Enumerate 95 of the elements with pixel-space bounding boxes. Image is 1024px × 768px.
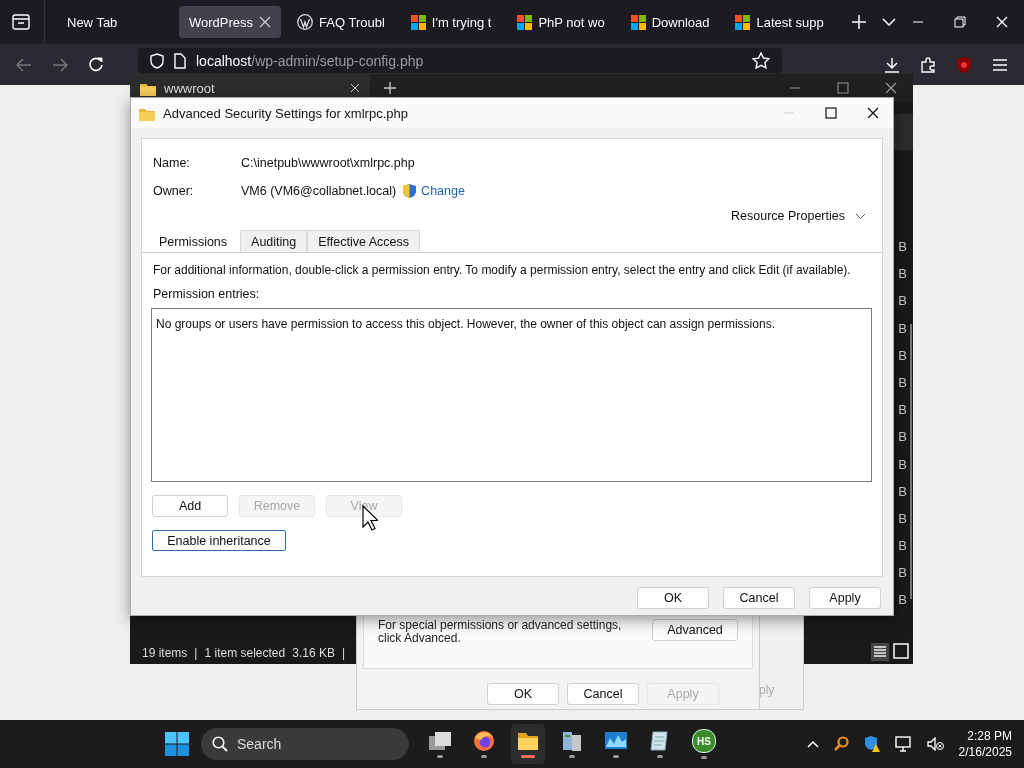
chevron-down-icon[interactable] [855, 212, 866, 220]
chevron-up-icon[interactable] [806, 740, 819, 748]
file-size-text: B [898, 293, 907, 309]
windows-start-icon[interactable] [165, 732, 189, 756]
search-icon [212, 736, 228, 752]
file-size-text: B [898, 266, 907, 282]
section-label: Permission entries: [152, 286, 261, 301]
shield-icon [402, 183, 418, 199]
file-size-text: B [898, 239, 907, 254]
browser-tab[interactable]: FAQ Troubl [287, 6, 395, 38]
clock-date[interactable]: 2/16/2025 [958, 744, 1012, 760]
browser-tab[interactable]: Download [620, 6, 720, 38]
file-size-text: B [898, 510, 907, 526]
inheritance-button[interactable]: Enable inheritance [152, 530, 286, 551]
taskbar-app[interactable] [511, 724, 545, 764]
back-icon[interactable] [16, 57, 32, 72]
search-field[interactable]: Search [201, 728, 409, 760]
file-size-text: B [898, 374, 907, 390]
status-text: 3.16 KB [292, 646, 335, 660]
dialog-button[interactable]: OK [637, 587, 709, 609]
maximize-icon[interactable] [825, 107, 837, 119]
new-tab-icon[interactable] [384, 82, 396, 94]
file-size-text: B [898, 483, 907, 499]
close-icon[interactable] [867, 107, 879, 119]
details-view-icon[interactable] [871, 643, 889, 661]
puzzle-icon[interactable] [920, 56, 936, 73]
file-size-text: B [898, 320, 907, 336]
file-size-text: B [898, 347, 907, 363]
permission-list[interactable]: No groups or users have permission to access this object. However, the owner of this object can assign permissions. [151, 308, 872, 482]
advanced-button[interactable]: Advanced [652, 619, 738, 641]
status-divider: | [194, 646, 198, 660]
empty-message: No groups or users have permission to access this object. However, the owner of this object can assign permissions. [156, 317, 775, 331]
file-size-text: B [898, 592, 907, 608]
download-icon[interactable] [884, 56, 900, 73]
stacked-windows-icon [429, 730, 451, 752]
file-size-text: B [898, 538, 907, 554]
clock-time[interactable]: 2:28 PM [967, 728, 1012, 744]
status-text: 19 items [142, 646, 188, 660]
file-size-text: B [898, 402, 907, 418]
file-size-text: B [898, 429, 907, 445]
shield-extension-icon[interactable] [956, 55, 972, 74]
server-icon [561, 730, 583, 752]
tab[interactable]: Effective Access [307, 230, 421, 252]
network-monitor-icon[interactable] [894, 736, 913, 752]
menu-icon[interactable] [992, 57, 1008, 72]
field-label: Owner: [153, 184, 195, 198]
browser-tab[interactable]: I'm trying t [400, 6, 502, 38]
url-text: localhost/wp-admin/setup-config.php [196, 52, 424, 69]
four-squares-icon [735, 14, 751, 30]
instruction-text: For special permissions or advanced settings, click Advanced. [378, 619, 623, 645]
wordpress-icon [297, 14, 314, 30]
dialog-button[interactable]: Cancel [723, 587, 795, 609]
forward-icon[interactable] [52, 57, 68, 72]
speaker-muted-icon[interactable] [926, 737, 945, 751]
action-button[interactable]: Add [152, 495, 228, 517]
file-size-text: B [898, 456, 907, 472]
expander-label[interactable]: Resource Properties [731, 209, 845, 223]
four-squares-icon [517, 14, 533, 30]
tab[interactable]: Auditing [240, 230, 308, 252]
change-link[interactable]: Change [421, 184, 465, 198]
shield-warning-icon[interactable] [862, 735, 881, 753]
dialog-button[interactable]: Apply [809, 587, 881, 609]
close-icon[interactable] [885, 82, 897, 94]
four-squares-icon [410, 14, 426, 30]
taskbar-app[interactable]: HS [687, 724, 721, 764]
button-text: ply [759, 683, 775, 697]
status-text: 1 item selected [204, 646, 286, 660]
browser-tab[interactable]: New Tab [57, 6, 173, 38]
reload-icon[interactable] [88, 56, 104, 73]
scrollbar[interactable] [910, 324, 912, 599]
folder-icon [517, 730, 539, 752]
star-icon[interactable] [752, 52, 770, 69]
browser-tab[interactable]: PhP not wo [507, 6, 615, 38]
info-text: For additional information, double-click a permission entry. To modify a permission entry, select the entry and click Edit (if available). [152, 262, 852, 277]
notepad-icon [649, 730, 671, 752]
tab-list-icon[interactable] [12, 14, 30, 30]
field-value: VM6 (VM6@collabnet.local) [241, 184, 397, 198]
field-label: Name: [153, 156, 191, 170]
magnifier-icon[interactable] [832, 736, 849, 752]
tiles-view-icon[interactable] [893, 643, 909, 659]
browser-tab[interactable]: WordPress [179, 6, 282, 38]
file-size-text: B [898, 565, 907, 581]
dialog-button[interactable]: OK [487, 683, 559, 705]
address-bar[interactable]: localhost/wp-admin/setup-config.php [138, 48, 782, 73]
dialog-button[interactable]: Cancel [567, 683, 639, 705]
four-squares-icon [630, 14, 646, 30]
shield-icon [150, 52, 164, 69]
field-value: C:\inetpub\wwwroot\xmlrpc.php [241, 156, 415, 170]
browser-tab[interactable]: Latest supp [725, 6, 834, 38]
chart-window-icon [605, 730, 627, 752]
window-title: Advanced Security Settings for xmlrpc.php [163, 105, 409, 121]
fox-globe-icon [473, 730, 495, 752]
status-divider: | [341, 646, 346, 660]
page-icon [174, 52, 186, 69]
restore-icon[interactable] [954, 16, 966, 28]
